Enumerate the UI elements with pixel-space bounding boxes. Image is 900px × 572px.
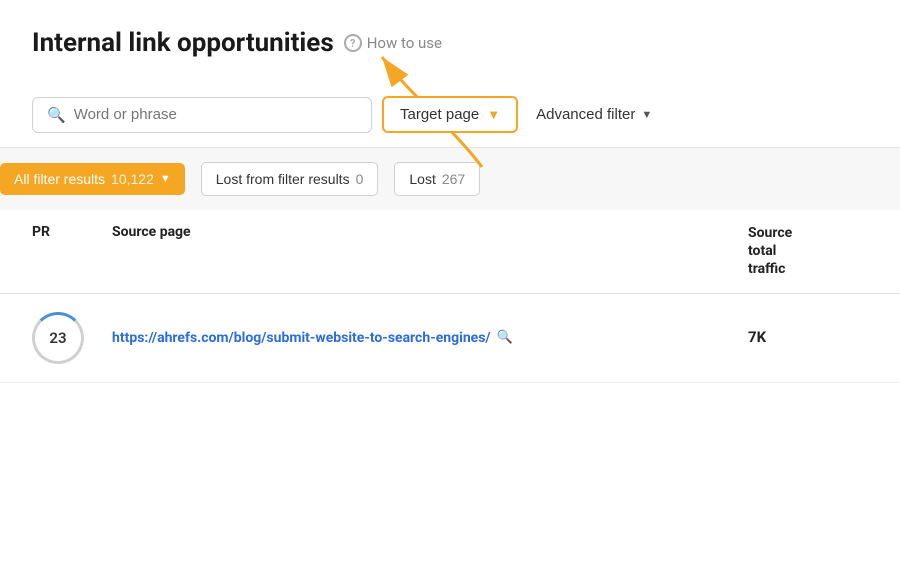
cell-pr: 23 xyxy=(32,312,112,364)
help-icon: ? xyxy=(344,34,362,52)
tab-lost-label: Lost xyxy=(409,171,435,187)
search-link-icon: 🔍 xyxy=(497,330,513,345)
source-page-link[interactable]: https://ahrefs.com/blog/submit-website-t… xyxy=(112,330,748,346)
advanced-filter-button[interactable]: Advanced filter ▼ xyxy=(536,106,652,123)
tab-lost-from-filter[interactable]: Lost from filter results 0 xyxy=(201,162,379,196)
tab-lost-count: 267 xyxy=(442,171,465,187)
target-page-label: Target page xyxy=(400,106,479,123)
advanced-filter-arrow-icon: ▼ xyxy=(641,109,652,121)
search-icon: 🔍 xyxy=(47,106,66,124)
target-page-arrow-icon: ▼ xyxy=(487,107,500,122)
pr-circle: 23 xyxy=(32,312,84,364)
page-header: Internal link opportunities ? How to use xyxy=(32,28,868,58)
tab-all-count: 10,122 xyxy=(111,171,154,187)
col-header-pr: PR xyxy=(32,224,112,240)
table-row: 23 https://ahrefs.com/blog/submit-websit… xyxy=(0,294,900,383)
cell-source-page: https://ahrefs.com/blog/submit-website-t… xyxy=(112,330,748,346)
table: PR Source page Sourcetotaltraffic 23 htt… xyxy=(0,210,900,383)
tab-lost-filter-count: 0 xyxy=(356,171,364,187)
tab-all-filter-results[interactable]: All filter results 10,122 ▼ xyxy=(0,163,185,195)
advanced-filter-label: Advanced filter xyxy=(536,106,635,123)
tab-lost-filter-label: Lost from filter results xyxy=(216,171,350,187)
tabs-row: All filter results 10,122 ▼ Lost from fi… xyxy=(0,147,900,210)
tab-all-label: All filter results xyxy=(14,171,105,187)
col-header-traffic: Sourcetotaltraffic xyxy=(748,224,868,279)
target-page-button[interactable]: Target page ▼ xyxy=(382,96,518,133)
search-input[interactable] xyxy=(74,106,357,123)
how-to-use-label: How to use xyxy=(367,34,442,52)
page-title: Internal link opportunities xyxy=(32,28,334,58)
pr-value: 23 xyxy=(49,329,66,347)
col-header-source: Source page xyxy=(112,224,748,240)
table-header: PR Source page Sourcetotaltraffic xyxy=(0,210,900,294)
search-wrapper[interactable]: 🔍 xyxy=(32,97,372,133)
filter-bar: 🔍 Target page ▼ Advanced filter ▼ xyxy=(32,82,868,147)
cell-traffic: 7K xyxy=(748,328,868,348)
tab-lost[interactable]: Lost 267 xyxy=(394,162,480,196)
traffic-value: 7K xyxy=(748,328,766,346)
how-to-use-link[interactable]: ? How to use xyxy=(344,34,442,52)
source-url: https://ahrefs.com/blog/submit-website-t… xyxy=(112,330,491,346)
tab-all-arrow-icon: ▼ xyxy=(160,173,171,185)
